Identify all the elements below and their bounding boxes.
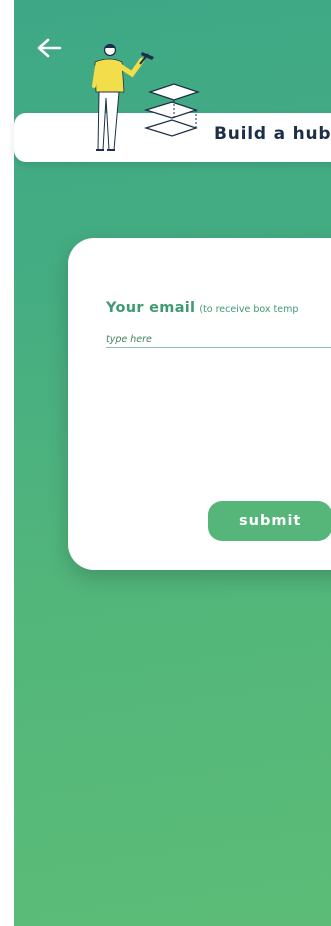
submit-button[interactable]: submit [208, 501, 331, 541]
app-screen: Build a hub Your email (to receive box te… [0, 0, 331, 926]
back-arrow-icon [37, 38, 62, 58]
email-input[interactable] [106, 331, 331, 348]
page-title: Build a hub [214, 124, 331, 144]
email-label-text: Your email [106, 300, 196, 316]
builder-illustration [92, 43, 201, 151]
email-label: Your email (to receive box temp [106, 297, 298, 316]
email-hint-text: (to receive box temp [199, 304, 299, 315]
back-button[interactable] [36, 38, 62, 58]
